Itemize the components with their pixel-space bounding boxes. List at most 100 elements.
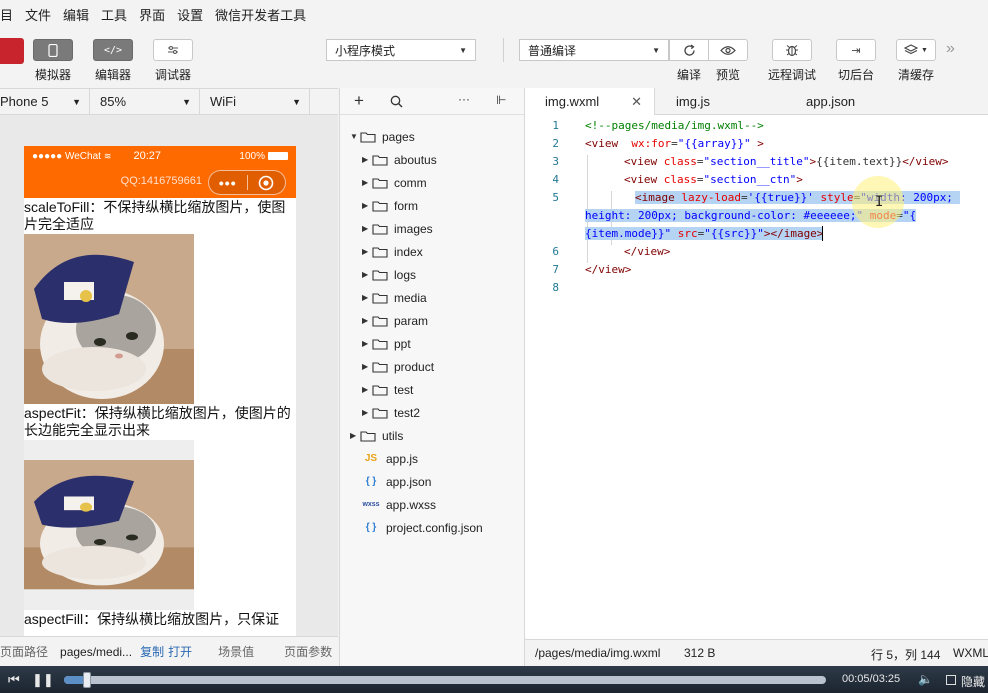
tab-label: app.json [806,94,856,109]
network-select[interactable]: WiFi ▼ [200,89,310,114]
tree-folder-logs[interactable]: ▶ logs [340,263,416,286]
compile-button[interactable] [669,39,709,61]
battery-text: 100% [239,150,265,162]
bug-icon [786,45,798,57]
tree-label: project.config.json [386,520,483,535]
folder-icon [372,361,388,373]
tree-folder-form[interactable]: ▶ form [340,194,418,217]
pause-icon[interactable]: ❚❚ [32,672,54,688]
tree-folder-media[interactable]: ▶ media [340,286,427,309]
status-cursor-position[interactable]: 行 5，列 144 [871,646,940,663]
more-dots-icon[interactable]: ••• [209,175,247,191]
folder-icon [372,223,388,235]
menu-item-view[interactable]: 界面 [133,5,171,24]
more-tools-icon[interactable]: » [946,40,955,58]
json-file-icon: { } [365,522,377,533]
chevron-right-icon: ▶ [362,408,369,417]
json-file-icon: { } [365,476,377,487]
code-line-1: <!--pages/media/img.wxml--> [585,119,764,132]
status-file-size: 312 B [684,646,716,660]
chevron-right-icon: ▶ [362,178,369,187]
simulator-toggle-button[interactable] [33,39,73,61]
folder-icon [372,200,388,212]
close-target-icon[interactable] [247,175,285,191]
status-language[interactable]: WXML [953,646,988,660]
close-icon[interactable]: ✕ [631,94,642,110]
compile-mode-select[interactable]: 普通编译 ▼ [519,39,669,61]
tab-img-js[interactable]: img.js [676,88,710,115]
page-params-button[interactable]: 页面参数 [270,643,346,660]
battery-icon [268,152,288,160]
tree-file-project-config[interactable]: { } project.config.json [340,516,483,539]
tree-label: aboutus [394,152,437,167]
code-line-5-row-3: {item.mode}}" src="{{src}}"></image> [585,227,824,240]
code-area[interactable]: 1 2 3 4 5 6 7 8 <!--pages/media/img.wxml… [525,115,988,639]
scene-value-button[interactable]: 场景值 [202,643,270,660]
preview-button[interactable] [708,39,748,61]
device-select-value: Phone 5 [0,94,49,109]
mode-select[interactable]: 小程序模式 ▼ [326,39,476,61]
tree-folder-utils[interactable]: ▶ utils [340,424,403,447]
copy-path-link[interactable]: 复制 [138,643,166,660]
background-label: 切后台 [838,68,875,82]
chevron-down-icon: ▼ [72,96,81,107]
compile-label: 编译 [677,68,702,82]
background-button[interactable]: ⇥ [836,39,876,61]
add-file-icon[interactable]: + [354,91,364,111]
tree-label: utils [382,428,404,443]
seek-thumb[interactable] [82,672,91,688]
search-icon[interactable] [390,95,403,108]
clear-cache-button[interactable]: ▼ [896,39,936,61]
zoom-select[interactable]: 85% ▼ [90,89,200,114]
folder-icon [372,246,388,258]
tree-folder-pages[interactable]: ▼ pages [340,125,415,148]
menu-item-settings[interactable]: 设置 [171,5,209,24]
caption-aspect-fill: aspectFill：保持纵横比缩放图片，只保证 [24,611,280,627]
remote-debug-button[interactable] [772,39,812,61]
tree-folder-index[interactable]: ▶ index [340,240,423,263]
chevron-right-icon: ▶ [362,339,369,348]
folder-icon [372,292,388,304]
phone-screen[interactable]: ●●●●● WeChat ≋ 20:27 100% QQ:1416759661 … [24,146,296,636]
open-path-link[interactable]: 打开 [166,643,202,660]
menu-item-goto[interactable]: 目 [0,5,19,24]
tree-folder-test[interactable]: ▶ test [340,378,413,401]
menu-item-tools[interactable]: 工具 [95,5,133,24]
debugger-label: 调试器 [155,68,192,82]
tree-label: logs [394,267,417,282]
tree-folder-param[interactable]: ▶ param [340,309,428,332]
menu-item-edit[interactable]: 编辑 [57,5,95,24]
volume-icon[interactable]: 🔈 [918,672,933,686]
status-file-path: /pages/media/img.wxml [535,646,661,660]
chevron-down-icon: ▼ [292,96,301,107]
tree-folder-test2[interactable]: ▶ test2 [340,401,420,424]
tree-label: index [394,244,423,259]
tree-file-app-wxss[interactable]: wxss app.wxss [340,493,436,516]
skip-back-icon[interactable]: ⏮ [8,672,20,688]
tree-file-app-js[interactable]: JS app.js [340,447,418,470]
line-number: 7 [552,263,559,276]
collapse-panel-icon[interactable]: ⊩ [496,93,506,107]
hide-checkbox[interactable] [946,675,956,685]
menu-item-file[interactable]: 文件 [19,5,57,24]
debugger-toggle-button[interactable] [153,39,193,61]
tab-img-wxml[interactable]: img.wxml ✕ [525,88,655,115]
tree-file-app-json[interactable]: { } app.json [340,470,432,493]
tree-folder-product[interactable]: ▶ product [340,355,434,378]
menu-item-devtools[interactable]: 微信开发者工具 [209,5,312,24]
tree-folder-aboutus[interactable]: ▶ aboutus [340,148,437,171]
device-select[interactable]: Phone 5 ▼ [0,89,90,114]
caret-down-icon: ▼ [652,45,660,55]
page-path-label: 页面路径 [0,645,49,659]
seek-track[interactable] [64,676,826,684]
tab-app-json[interactable]: app.json [806,88,855,115]
chevron-right-icon: ▶ [362,224,369,233]
avatar[interactable] [0,38,24,64]
more-options-icon[interactable]: ··· [458,92,470,106]
tree-folder-images[interactable]: ▶ images [340,217,433,240]
tree-folder-comm[interactable]: ▶ comm [340,171,427,194]
folder-icon [360,430,376,442]
editor-toggle-button[interactable]: </> [93,39,133,61]
tree-folder-ppt[interactable]: ▶ ppt [340,332,411,355]
chevron-right-icon: ▶ [362,385,369,394]
